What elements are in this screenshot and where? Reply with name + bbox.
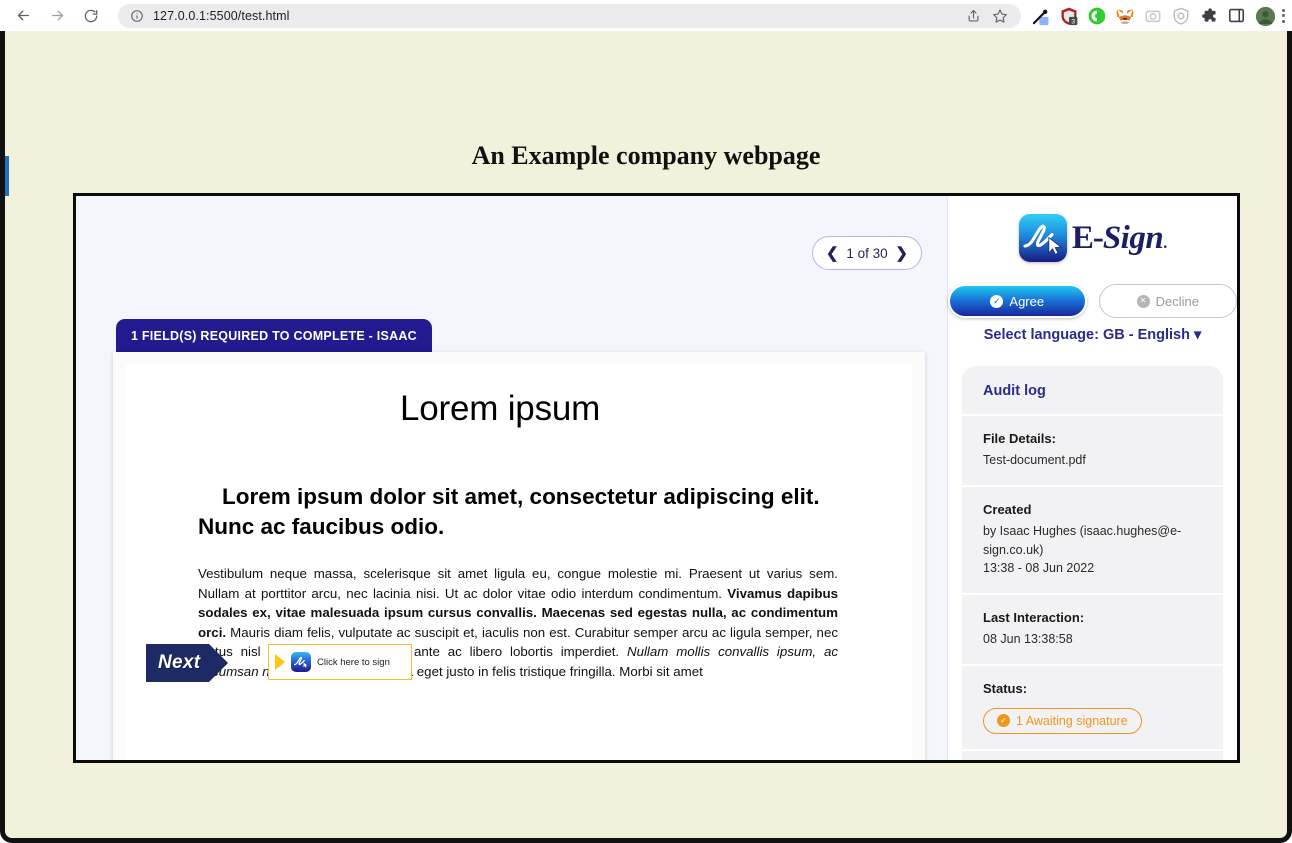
browser-menu-button[interactable] bbox=[1281, 8, 1286, 23]
body-part-3: Nulla eget justo in felis tristique frin… bbox=[379, 663, 703, 679]
decline-button[interactable]: ✕ Decline bbox=[1098, 284, 1237, 318]
sidepanel-icon[interactable] bbox=[1227, 6, 1247, 26]
address-bar[interactable]: 127.0.0.1:5500/test.html bbox=[118, 3, 1021, 28]
created-by-value: by Isaac Hughes (isaac.hughes@e-sign.co.… bbox=[983, 523, 1182, 557]
privacy-badger-extension-icon[interactable] bbox=[1087, 6, 1107, 26]
status-label: Status: bbox=[983, 680, 1028, 696]
wordmark-dot: . bbox=[1163, 234, 1167, 252]
back-button[interactable] bbox=[8, 1, 38, 31]
svg-text:3: 3 bbox=[1071, 18, 1075, 25]
chevron-down-icon: ▾ bbox=[1194, 327, 1202, 343]
esign-sidebar: E- Sign. ✓ Agree ✕ Decline Select languag… bbox=[947, 196, 1237, 760]
document-container: Lorem ipsum Lorem ipsum dolor sit amet, … bbox=[113, 352, 925, 760]
kebab-dot bbox=[1282, 14, 1285, 17]
required-fields-banner: 1 FIELD(S) REQUIRED TO COMPLETE - ISAAC bbox=[116, 319, 432, 352]
document-heading: Lorem ipsum bbox=[400, 389, 601, 428]
esign-mark-icon bbox=[1018, 214, 1067, 262]
browser-nav-buttons bbox=[0, 1, 106, 31]
wordmark-e: E- bbox=[1071, 219, 1104, 256]
ublock-extension-icon[interactable]: 3 bbox=[1059, 6, 1079, 26]
metamask-extension-icon[interactable] bbox=[1115, 6, 1135, 26]
forward-button[interactable] bbox=[42, 1, 72, 31]
kebab-dot bbox=[1282, 8, 1285, 12]
reload-button[interactable] bbox=[76, 1, 106, 31]
status-badge[interactable]: ✓ 1 Awaiting signature bbox=[983, 707, 1142, 734]
play-triangle-icon bbox=[275, 654, 285, 670]
info-circle-icon[interactable] bbox=[130, 9, 144, 23]
x-circle-icon: ✕ bbox=[1136, 294, 1150, 308]
chevron-right-icon[interactable]: ❯ bbox=[895, 246, 908, 261]
decline-button-label: Decline bbox=[1155, 293, 1199, 309]
extensions-tray: 3 bbox=[1031, 6, 1276, 26]
check-circle-icon: ✓ bbox=[990, 294, 1004, 308]
file-details-label: File Details: bbox=[983, 431, 1056, 446]
last-interaction-label: Last Interaction: bbox=[983, 610, 1085, 625]
audit-log-title: Audit log bbox=[983, 383, 1046, 399]
star-icon[interactable] bbox=[992, 8, 1007, 23]
page-navigator: ❮ 1 of 30 ❯ bbox=[812, 236, 922, 270]
shield-extension-icon[interactable] bbox=[1171, 6, 1191, 26]
last-interaction-value: 08 Jun 13:38:58 bbox=[983, 632, 1073, 646]
audit-last-interaction: Last Interaction: 08 Jun 13:38:58 bbox=[962, 595, 1223, 666]
kebab-dot bbox=[1282, 19, 1285, 23]
esign-action-buttons: ✓ Agree ✕ Decline bbox=[948, 284, 1237, 318]
language-selector-label: Select language: GB - English bbox=[983, 327, 1190, 343]
language-selector[interactable]: Select language: GB - English ▾ bbox=[948, 327, 1237, 343]
audit-log-header: Audit log bbox=[962, 366, 1223, 416]
address-bar-url: 127.0.0.1:5500/test.html bbox=[153, 8, 290, 23]
audit-log-panel: Audit log File Details: Test-document.pd… bbox=[962, 366, 1223, 760]
arrow-left-icon bbox=[15, 7, 32, 24]
share-icon[interactable] bbox=[966, 8, 981, 23]
omnibox-actions bbox=[966, 8, 1009, 23]
page-title: An Example company webpage bbox=[471, 141, 821, 170]
puzzle-extensions-icon[interactable] bbox=[1199, 6, 1219, 26]
document-subheading: Lorem ipsum dolor sit amet, consectetur … bbox=[198, 484, 820, 539]
wordmark-sign: Sign bbox=[1102, 219, 1164, 256]
audit-created: Created by Isaac Hughes (isaac.hughes@e-… bbox=[962, 487, 1223, 595]
signature-field[interactable]: Click here to sign bbox=[268, 644, 412, 680]
file-details-value: Test-document.pdf bbox=[983, 453, 1086, 467]
browser-chrome: 127.0.0.1:5500/test.html 3 bbox=[0, 0, 1292, 31]
eyedropper-extension-icon[interactable] bbox=[1031, 6, 1051, 26]
check-circle-icon: ✓ bbox=[997, 714, 1010, 728]
esign-widget: ❮ 1 of 30 ❯ 1 FIELD(S) REQUIRED TO COMPL… bbox=[73, 193, 1240, 763]
status-badge-label: 1 Awaiting signature bbox=[1016, 713, 1128, 728]
esign-wordmark: E- Sign. bbox=[1071, 219, 1167, 256]
esign-mark-icon bbox=[291, 652, 311, 672]
document-page: Lorem ipsum Lorem ipsum dolor sit amet, … bbox=[126, 364, 912, 760]
created-at-value: 13:38 - 08 Jun 2022 bbox=[983, 561, 1095, 576]
next-flag-label: Next bbox=[146, 644, 210, 682]
audit-status: Status: ✓ 1 Awaiting signature bbox=[962, 666, 1223, 751]
page-indicator-label: 1 of 30 bbox=[846, 245, 888, 261]
chevron-left-icon[interactable]: ❮ bbox=[826, 246, 839, 261]
next-flag-arrow-icon bbox=[209, 644, 229, 682]
reload-icon bbox=[83, 8, 99, 24]
audit-file-details: File Details: Test-document.pdf bbox=[962, 416, 1223, 487]
esign-brand: E- Sign. bbox=[948, 214, 1237, 262]
next-field-pointer[interactable]: Next bbox=[146, 644, 229, 682]
signature-field-label: Click here to sign bbox=[317, 656, 390, 668]
document-pane: ❮ 1 of 30 ❯ 1 FIELD(S) REQUIRED TO COMPL… bbox=[76, 196, 947, 760]
page-viewport: An Example company webpage ❮ 1 of 30 ❯ 1… bbox=[0, 31, 1292, 843]
profile-avatar-icon[interactable] bbox=[1255, 6, 1276, 26]
agree-button-label: Agree bbox=[1009, 293, 1045, 309]
screenshot-extension-icon[interactable] bbox=[1143, 6, 1163, 26]
arrow-right-icon bbox=[49, 7, 66, 24]
created-label: Created bbox=[983, 501, 1032, 517]
agree-button[interactable]: ✓ Agree bbox=[948, 284, 1087, 318]
